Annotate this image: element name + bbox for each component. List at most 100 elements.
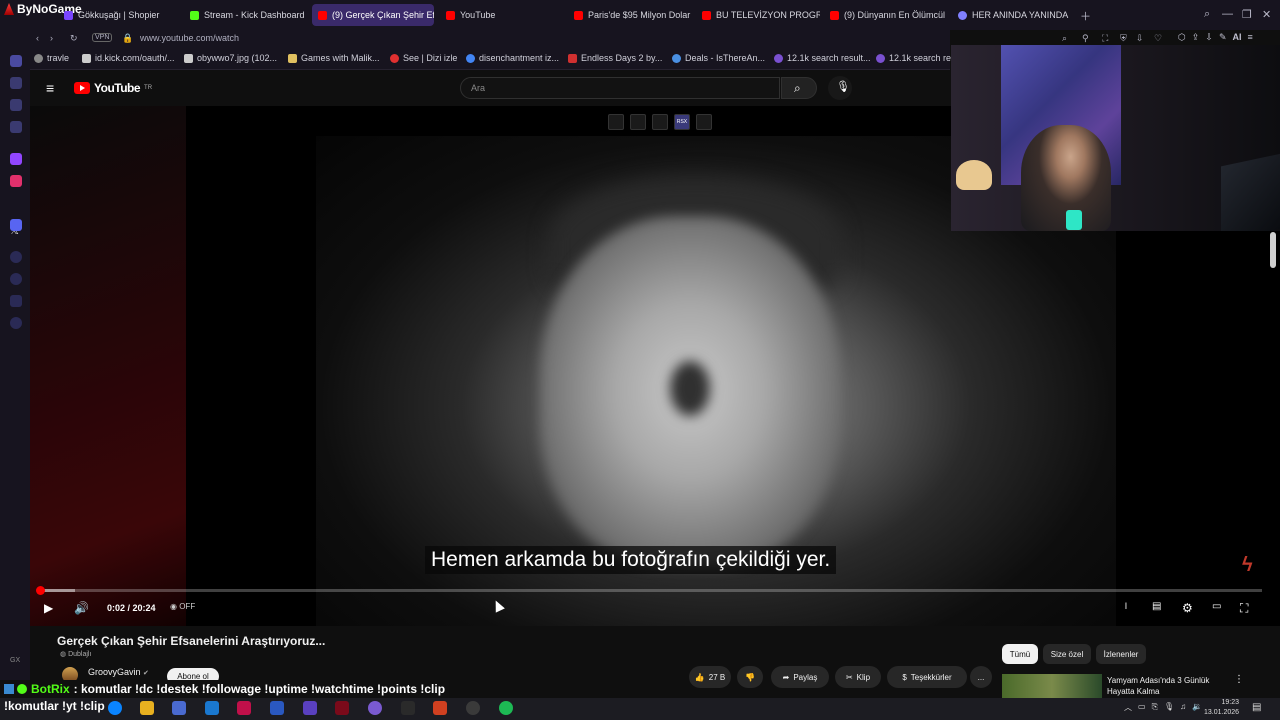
rsx-button[interactable]: RSX [674,114,690,130]
mail-icon[interactable] [205,701,219,715]
bookmark-search-results-1[interactable]: 12.1k search result... [774,53,871,63]
back-icon[interactable]: ‹ [36,33,39,43]
youtube-logo[interactable]: YouTube TR [74,81,152,95]
dislike-button[interactable]: 👎 [737,666,763,688]
skip-icon[interactable] [652,114,668,130]
clip-button[interactable]: ✂ Klip [835,666,881,688]
bookmark-kick-oauth[interactable]: id.kick.com/oauth/... [82,53,175,63]
volume-icon[interactable]: 🔉 [1192,702,1202,713]
discord-icon[interactable] [368,701,382,715]
share-icon[interactable]: ⇪ [1192,32,1200,43]
thanks-button[interactable]: $ Teşekkürler [887,666,967,688]
recommendation-menu-icon[interactable]: ⋮ [1234,674,1244,685]
player-icon[interactable] [10,251,22,263]
tab-active-video[interactable]: (9) Gerçek Çıkan Şehir Ef [312,4,434,26]
forward-icon[interactable]: › [50,33,53,43]
network-icon[interactable]: ⎘ [1152,702,1158,713]
like-button[interactable]: 👍 27 B [689,666,731,688]
minimize-icon[interactable]: — [1222,8,1233,20]
menu-icon[interactable]: ≡ [1248,32,1253,43]
reload-icon[interactable]: ↻ [70,33,78,44]
instagram-icon[interactable] [10,175,22,187]
autoplay-switch-icon[interactable]: ⏽ [1122,601,1130,612]
vpn-badge[interactable]: VPN [92,33,113,42]
recommendation-title[interactable]: Yamyam Adası'nda 3 Günlük Hayatta Kalma [1107,675,1227,697]
channel-name[interactable]: GroovyGavin ✔ [88,667,149,677]
bookmark-games-malik[interactable]: Games with Malik... [288,53,380,63]
voice-search-button[interactable]: 🎙 [828,76,852,100]
extensions-icon[interactable]: ⬡ [1178,32,1186,43]
obs-icon[interactable] [466,701,480,715]
edge-icon[interactable] [108,701,122,715]
chevron-up-icon[interactable]: ︿ [1124,702,1132,713]
play-icon[interactable]: ▶ [44,601,53,615]
volume-icon[interactable]: 🔊 [74,601,89,615]
close-icon[interactable]: ✕ [1262,8,1271,21]
search-button[interactable]: ⌕ [781,77,817,99]
subtitles-icon[interactable]: ▤ [1152,601,1161,612]
shield-icon[interactable]: ⛨ [1120,33,1127,44]
chip-all[interactable]: Tümü [1002,644,1038,664]
monitor-icon[interactable]: ▭ [1138,702,1146,713]
epic-games-icon[interactable] [401,701,415,715]
twitch-icon[interactable] [10,153,22,165]
bookmark-isthereany[interactable]: Deals - IsThereAn... [672,53,765,63]
history-icon[interactable] [10,273,22,285]
page-scrollbar[interactable] [1270,232,1276,268]
share-button[interactable]: ➦ Paylaş [771,666,829,688]
autoplay-toggle[interactable]: ◉ OFF [170,602,195,611]
tab-bu-televizyon[interactable]: BU TELEVİZYON PROGRA [696,4,820,26]
gx-icon[interactable]: GX [10,657,20,664]
fullscreen-icon[interactable]: ⛶ [1240,601,1248,616]
extensions-icon[interactable] [10,295,22,307]
miniplayer-icon[interactable]: ▭ [1212,601,1221,612]
new-tab-icon[interactable]: ＋ [1080,8,1091,24]
download-icon[interactable]: ⇩ [1136,33,1144,44]
search-input[interactable]: Ara [460,77,780,99]
aria-icon[interactable] [10,55,22,67]
ai-button[interactable]: AI [1233,32,1242,43]
bookmark-jpg[interactable]: obywwo7.jpg (102... [184,53,277,63]
hamburger-menu-icon[interactable]: ≡ [46,80,54,96]
snapshot-icon[interactable]: ⛶ [1102,33,1108,44]
recommendation-thumbnail[interactable] [1002,674,1102,698]
headset-icon[interactable]: ♫ [1180,702,1186,713]
progress-scrubber[interactable] [35,586,45,595]
discord-icon[interactable] [10,219,22,231]
more-actions-button[interactable]: ... [970,666,992,688]
bookmark-endless-days[interactable]: Endless Days 2 by... [568,53,662,63]
popout-icon[interactable] [630,114,646,130]
bookmark-dizi-izle[interactable]: See | Dizi izle [390,53,457,63]
notifications-icon[interactable]: ▤ [1252,702,1261,713]
flow-icon[interactable] [10,77,22,89]
tools-icon[interactable]: ✎ [1219,32,1227,43]
pin-icon[interactable]: ⚲ [1082,33,1089,44]
zoom-icon[interactable]: ⌕ [1062,33,1067,44]
bookmark-travle[interactable]: travle [34,53,69,63]
tab-dunyanin[interactable]: (9) Dünyanın En Ölümcül [824,4,948,26]
heart-icon[interactable]: ♡ [1154,33,1162,44]
bookmark-search-results-2[interactable]: 12.1k search res [876,53,956,63]
pip-icon[interactable] [608,114,624,130]
app-icon[interactable] [237,701,251,715]
clock[interactable]: 19:23 13.01.2026 [1204,698,1239,718]
restore-icon[interactable]: ❐ [1242,8,1252,21]
microphone-icon[interactable]: 🎙 [1164,702,1174,713]
tab-paris[interactable]: Paris'de $95 Milyon Dolar [568,4,692,26]
search-tabs-icon[interactable]: ⌕ [1204,8,1210,21]
tab-shopier[interactable]: Gökkuşağı | Shopier [58,4,180,26]
spotify-icon[interactable] [499,701,513,715]
tab-kick-dashboard[interactable]: Stream - Kick Dashboard [184,4,308,26]
theater-icon[interactable] [696,114,712,130]
store-icon[interactable] [172,701,186,715]
url-field[interactable]: www.youtube.com/watch [140,33,239,43]
crypto-wallet-icon[interactable] [10,99,22,111]
app-icon[interactable] [303,701,317,715]
messenger-icon[interactable] [10,121,22,133]
app-icon[interactable] [433,701,447,715]
chip-for-you[interactable]: Size özel [1043,644,1091,664]
settings-icon[interactable] [10,317,22,329]
download-icon[interactable]: ⇩ [1205,32,1213,43]
steam-icon[interactable] [270,701,284,715]
opera-gx-icon[interactable] [335,701,349,715]
